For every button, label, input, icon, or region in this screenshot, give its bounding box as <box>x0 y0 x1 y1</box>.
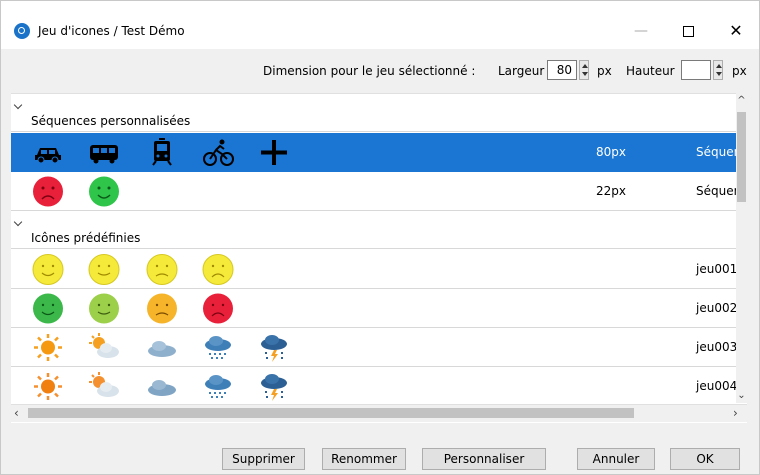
plus-icon <box>261 140 287 165</box>
rain-cloud-icon <box>205 336 231 359</box>
bicycle-icon <box>203 139 234 166</box>
sad-yellow-icon <box>146 254 178 285</box>
chevron-down-icon[interactable] <box>15 219 23 227</box>
smile-yellow-icon <box>88 254 120 285</box>
maximize-button[interactable] <box>665 15 711 47</box>
rain-cloud-icon <box>205 375 231 398</box>
dimension-label: Dimension pour le jeu sélectionné : <box>263 64 476 78</box>
sad-orange-icon <box>147 293 177 324</box>
maximize-icon <box>682 25 694 37</box>
smile-face-green-icon <box>89 176 119 207</box>
list-item-custom-1[interactable]: 80px Séquence <box>11 133 747 172</box>
sad-face-red-icon <box>33 176 63 207</box>
row-size: 80px <box>596 145 626 159</box>
title-bar: Jeu d'icones / Test Démo — ✕ <box>1 1 759 49</box>
dimension-toolbar: Dimension pour le jeu sélectionné : Larg… <box>1 49 759 94</box>
renommer-button[interactable]: Renommer <box>322 448 406 470</box>
largeur-input[interactable]: 80 <box>547 60 577 80</box>
largeur-unit: px <box>597 64 612 78</box>
group-title-predefined: Icônes prédéfinies <box>31 231 141 245</box>
list-item-jeu001[interactable]: jeu001 <box>11 250 738 289</box>
app-icon <box>14 23 30 39</box>
list-item-jeu002[interactable]: jeu002 <box>11 289 738 328</box>
smile-lightgreen-icon <box>89 293 119 324</box>
chevron-down-icon[interactable] <box>15 102 23 110</box>
close-button[interactable]: ✕ <box>713 15 759 47</box>
tram-icon <box>152 138 172 166</box>
vertical-scroll-thumb[interactable] <box>737 112 746 202</box>
ok-button[interactable]: OK <box>670 448 740 470</box>
smile-yellow-icon <box>32 254 64 285</box>
bus-icon <box>90 145 118 164</box>
list-item-jeu003[interactable]: jeu003 <box>11 328 738 367</box>
cloud-icon <box>148 380 176 396</box>
hauteur-label: Hauteur <box>626 64 675 78</box>
car-icon <box>35 148 61 164</box>
annuler-button[interactable]: Annuler <box>577 448 655 470</box>
horizontal-scroll-thumb[interactable] <box>28 408 634 418</box>
group-title-custom: Séquences personnalisées <box>31 114 191 128</box>
largeur-label: Largeur <box>498 64 545 78</box>
row-name: jeu002 <box>696 301 738 315</box>
supprimer-button[interactable]: Supprimer <box>222 448 305 470</box>
row-name: jeu003 <box>696 340 738 354</box>
scroll-down-icon[interactable]: ⌄ <box>737 390 746 402</box>
hauteur-input[interactable] <box>681 60 711 80</box>
minimize-button[interactable]: — <box>618 15 664 47</box>
window-title: Jeu d'icones / Test Démo <box>38 24 185 38</box>
scroll-right-icon[interactable]: › <box>733 405 745 421</box>
personnaliser-button[interactable]: Personnaliser <box>422 448 546 470</box>
group-header-custom[interactable]: Séquences personnalisées <box>11 94 736 132</box>
smile-green-icon <box>33 293 63 324</box>
scroll-up-icon[interactable]: ^ <box>737 95 746 107</box>
row-name: jeu004 <box>696 379 738 393</box>
sun-icon <box>34 373 62 400</box>
sad-red-icon <box>203 293 233 324</box>
sad-yellow-icon <box>202 254 234 285</box>
icon-set-list[interactable]: Séquences personnalisées 80px Séquen 22p… <box>11 93 747 423</box>
storm-cloud-icon <box>261 374 287 401</box>
sun-cloud-icon <box>89 333 119 358</box>
group-header-predefined[interactable]: Icônes prédéfinies <box>11 211 736 249</box>
cloud-icon <box>148 341 176 357</box>
largeur-spinner[interactable] <box>579 60 589 80</box>
scroll-left-icon[interactable]: ‹ <box>14 405 26 421</box>
list-item-jeu004[interactable]: jeu004 <box>11 367 738 406</box>
list-item-custom-2[interactable]: 22px Séquence <box>11 172 747 211</box>
sun-cloud-icon <box>89 372 119 397</box>
hauteur-spinner[interactable] <box>713 60 723 80</box>
storm-cloud-icon <box>261 335 287 362</box>
sun-icon <box>34 334 62 361</box>
hauteur-unit: px <box>732 64 747 78</box>
row-size: 22px <box>596 184 626 198</box>
row-name: jeu001 <box>696 262 738 276</box>
